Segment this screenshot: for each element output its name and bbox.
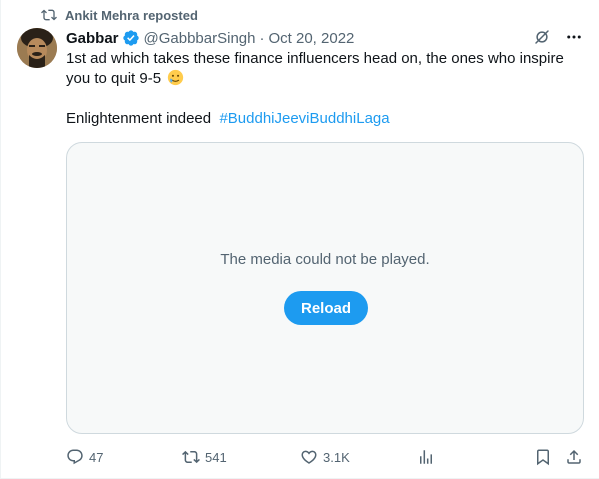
media-container[interactable]: The media could not be played. Reload (66, 142, 584, 434)
tweet-card[interactable]: Ankit Mehra reposted Gabbar @GabbbarSing… (0, 0, 599, 479)
views-button[interactable] (417, 446, 435, 468)
reply-icon (67, 449, 83, 465)
tweet-line-1: 1st ad which takes these finance influen… (66, 49, 586, 89)
tweet-text: 1st ad which takes these finance influen… (66, 49, 586, 129)
heart-icon (301, 450, 317, 464)
avatar-image (17, 28, 57, 68)
repost-indicator[interactable]: Ankit Mehra reposted (41, 6, 198, 24)
tweet-actions: 47 541 3.1K (66, 446, 588, 468)
reply-button[interactable]: 47 (66, 446, 103, 468)
crying-smile-emoji (168, 69, 184, 86)
share-button[interactable] (565, 446, 583, 468)
share-icon (567, 449, 581, 464)
hashtag-link[interactable]: #BuddhiJeeviBuddhiLaga (219, 110, 389, 127)
tweet-text-line2: Enlightenment indeed (66, 110, 212, 127)
author-handle[interactable]: @GabbbarSingh (144, 30, 256, 47)
repost-count: 541 (205, 449, 227, 465)
header-actions (533, 28, 583, 46)
avatar[interactable] (17, 28, 57, 68)
bookmark-icon (537, 449, 549, 466)
views-chart-icon (420, 450, 432, 464)
more-options-icon[interactable] (565, 28, 583, 46)
tweet-line-2: Enlightenment indeed #BuddhiJeeviBuddhiL… (66, 109, 586, 129)
repost-icon (41, 9, 57, 21)
like-button[interactable]: 3.1K (300, 446, 350, 468)
grok-icon[interactable] (533, 28, 551, 46)
tweet-header: Gabbar @GabbbarSingh · Oct 20, 2022 (66, 28, 354, 48)
author-name[interactable]: Gabbar (66, 30, 119, 47)
verified-badge-icon[interactable] (122, 29, 140, 47)
repost-action-icon (182, 450, 200, 464)
tweet-text-line1: 1st ad which takes these finance influen… (66, 50, 564, 87)
like-count: 3.1K (323, 449, 350, 465)
tweet-date[interactable]: Oct 20, 2022 (268, 30, 354, 47)
repost-text: Ankit Mehra reposted (65, 7, 198, 23)
reply-count: 47 (89, 449, 104, 465)
bookmark-button[interactable] (534, 446, 552, 468)
reload-button[interactable]: Reload (284, 291, 368, 325)
media-error-message: The media could not be played. (220, 251, 430, 268)
repost-button[interactable]: 541 (182, 446, 227, 468)
separator-dot: · (259, 29, 265, 47)
